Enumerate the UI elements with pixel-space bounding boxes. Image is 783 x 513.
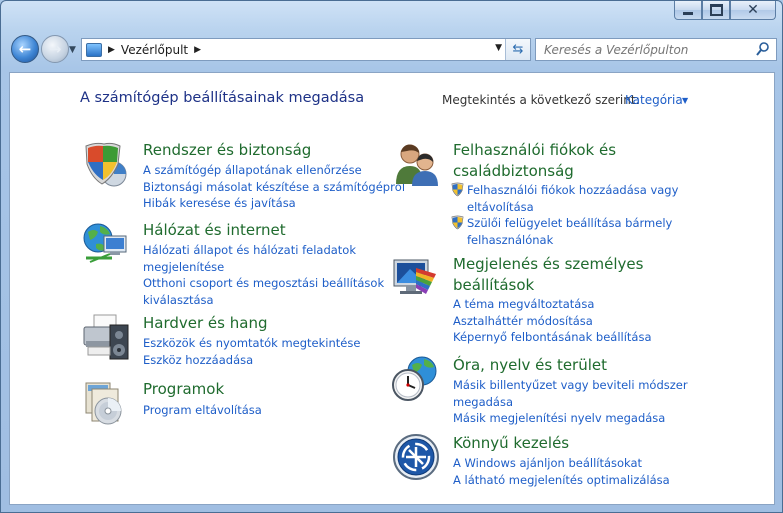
caption-buttons: ✕ bbox=[674, 1, 776, 21]
category-title[interactable]: Könnyű kezelés bbox=[453, 433, 569, 454]
recent-pages-dropdown-icon[interactable]: ▼ bbox=[69, 45, 76, 55]
link-change-keyboard-input[interactable]: Másik billentyűzet vagy beviteli módszer… bbox=[453, 377, 688, 410]
network-globe-icon[interactable] bbox=[82, 220, 130, 268]
link-change-background[interactable]: Asztalháttér módosítása bbox=[453, 313, 652, 330]
maximize-icon bbox=[709, 4, 723, 16]
uac-shield-icon bbox=[451, 215, 464, 230]
search-box[interactable] bbox=[535, 38, 777, 61]
refresh-icon: ⇆ bbox=[512, 42, 524, 57]
link-adjust-resolution[interactable]: Képernyő felbontásának beállítása bbox=[453, 329, 652, 346]
link-line: Otthoni csoport és megosztási beállításo… bbox=[143, 276, 385, 290]
ease-of-access-icon[interactable] bbox=[392, 433, 440, 481]
link-view-devices-printers[interactable]: Eszközök és nyomtatók megtekintése bbox=[143, 335, 360, 352]
category-links: Hálózati állapot és hálózati feladatok m… bbox=[143, 242, 384, 308]
control-panel-window: ✕ ← → ▼ ▶ Vezérlőpult ▶ ▼ ⇆ A számítógép… bbox=[0, 0, 783, 513]
title-line: Megjelenés és személyes bbox=[453, 255, 644, 273]
link-let-windows-suggest[interactable]: A Windows ajánljon beállításokat bbox=[453, 455, 670, 472]
link-line: felhasználónak bbox=[467, 232, 554, 247]
category-links: Program eltávolítása bbox=[143, 402, 262, 419]
title-line: beállítások bbox=[453, 276, 535, 294]
uac-shield-icon bbox=[451, 182, 464, 197]
link-line: Felhasználói fiókok hozzáadása vagy bbox=[467, 183, 679, 197]
link-line: Másik billentyűzet vagy beviteli módszer bbox=[453, 378, 688, 392]
view-by-dropdown[interactable]: Kategória bbox=[625, 93, 683, 107]
link-line: kiválasztása bbox=[143, 292, 214, 307]
printer-icon[interactable] bbox=[82, 313, 130, 361]
monitor-palette-icon[interactable] bbox=[392, 254, 440, 302]
category-links: A Windows ajánljon beállításokat A látha… bbox=[453, 455, 670, 488]
link-check-computer-status[interactable]: A számítógép állapotának ellenőrzése bbox=[143, 162, 405, 179]
close-button[interactable]: ✕ bbox=[730, 1, 776, 20]
page-title: A számítógép beállításainak megadása bbox=[80, 90, 365, 106]
address-dropdown-icon[interactable]: ▼ bbox=[495, 43, 502, 53]
clock-globe-icon[interactable] bbox=[392, 355, 440, 403]
maximize-button[interactable] bbox=[702, 1, 730, 20]
category-title[interactable]: Hálózat és internet bbox=[143, 220, 286, 241]
minimize-button[interactable] bbox=[674, 1, 702, 20]
category-links: A számítógép állapotának ellenőrzése Biz… bbox=[143, 162, 405, 212]
programs-disc-icon[interactable] bbox=[82, 379, 130, 427]
link-find-fix-problems[interactable]: Hibák keresése és javítása bbox=[143, 195, 405, 212]
category-links: Eszközök és nyomtatók megtekintése Eszkö… bbox=[143, 335, 360, 368]
category-title[interactable]: Programok bbox=[143, 379, 224, 400]
back-button[interactable]: ← bbox=[11, 35, 39, 63]
breadcrumb-separator-icon[interactable]: ▶ bbox=[108, 45, 115, 55]
link-view-network-status[interactable]: Hálózati állapot és hálózati feladatok m… bbox=[143, 242, 384, 275]
close-icon: ✕ bbox=[747, 2, 759, 18]
category-title[interactable]: Óra, nyelv és terület bbox=[453, 355, 607, 376]
link-line: megadása bbox=[453, 394, 514, 409]
link-uninstall-program[interactable]: Program eltávolítása bbox=[143, 402, 262, 419]
view-by-label: Megtekintés a következő szerint: bbox=[442, 93, 640, 107]
arrow-left-icon: ← bbox=[18, 39, 32, 58]
main-content: A számítógép beállításainak megadása Meg… bbox=[9, 72, 775, 505]
category-title[interactable]: Rendszer és biztonság bbox=[143, 140, 311, 161]
link-add-device[interactable]: Eszköz hozzáadása bbox=[143, 352, 360, 369]
category-title[interactable]: Hardver és hang bbox=[143, 313, 267, 334]
category-title[interactable]: Felhasználói fiókok és családbiztonság bbox=[453, 140, 616, 182]
link-line: Szülői felügyelet beállítása bármely bbox=[467, 216, 673, 230]
link-add-remove-accounts[interactable]: Felhasználói fiókok hozzáadása vagy eltá… bbox=[450, 182, 678, 215]
link-line: Hálózati állapot és hálózati feladatok bbox=[143, 243, 357, 257]
category-links: Másik billentyűzet vagy beviteli módszer… bbox=[453, 377, 688, 427]
users-icon[interactable] bbox=[392, 140, 440, 188]
minimize-icon bbox=[683, 11, 693, 15]
category-links: Felhasználói fiókok hozzáadása vagy eltá… bbox=[450, 182, 678, 248]
address-bar[interactable]: ▶ Vezérlőpult ▶ ▼ ⇆ bbox=[81, 38, 531, 61]
link-change-display-language[interactable]: Másik megjelenítési nyelv megadása bbox=[453, 410, 688, 427]
breadcrumb-control-panel[interactable]: Vezérlőpult bbox=[121, 43, 188, 57]
view-by-dropdown-icon[interactable]: ▼ bbox=[682, 96, 688, 105]
navigation-bar: ← → ▼ ▶ Vezérlőpult ▶ ▼ ⇆ bbox=[9, 35, 779, 65]
forward-button[interactable]: → bbox=[41, 35, 69, 63]
link-line: eltávolítása bbox=[467, 199, 534, 214]
category-links: A téma megváltoztatása Asztalháttér módo… bbox=[453, 296, 652, 346]
arrow-right-icon: → bbox=[48, 39, 62, 58]
link-line: megjelenítése bbox=[143, 259, 225, 274]
shield-icon[interactable] bbox=[82, 140, 130, 188]
link-backup-computer[interactable]: Biztonsági másolat készítése a számítógé… bbox=[143, 179, 405, 196]
link-homegroup-sharing[interactable]: Otthoni csoport és megosztási beállításo… bbox=[143, 275, 384, 308]
control-panel-icon bbox=[86, 42, 102, 57]
title-line: Felhasználói fiókok és bbox=[453, 141, 617, 159]
title-line: családbiztonság bbox=[453, 162, 574, 180]
search-input[interactable] bbox=[542, 41, 746, 58]
link-parental-controls[interactable]: Szülői felügyelet beállítása bármely fel… bbox=[450, 215, 678, 248]
refresh-button[interactable]: ⇆ bbox=[505, 39, 530, 60]
category-title[interactable]: Megjelenés és személyes beállítások bbox=[453, 254, 643, 296]
search-icon[interactable] bbox=[755, 41, 771, 57]
breadcrumb-separator-icon[interactable]: ▶ bbox=[194, 45, 201, 55]
link-optimize-visual-display[interactable]: A látható megjelenítés optimalizálása bbox=[453, 472, 670, 489]
link-change-theme[interactable]: A téma megváltoztatása bbox=[453, 296, 652, 313]
